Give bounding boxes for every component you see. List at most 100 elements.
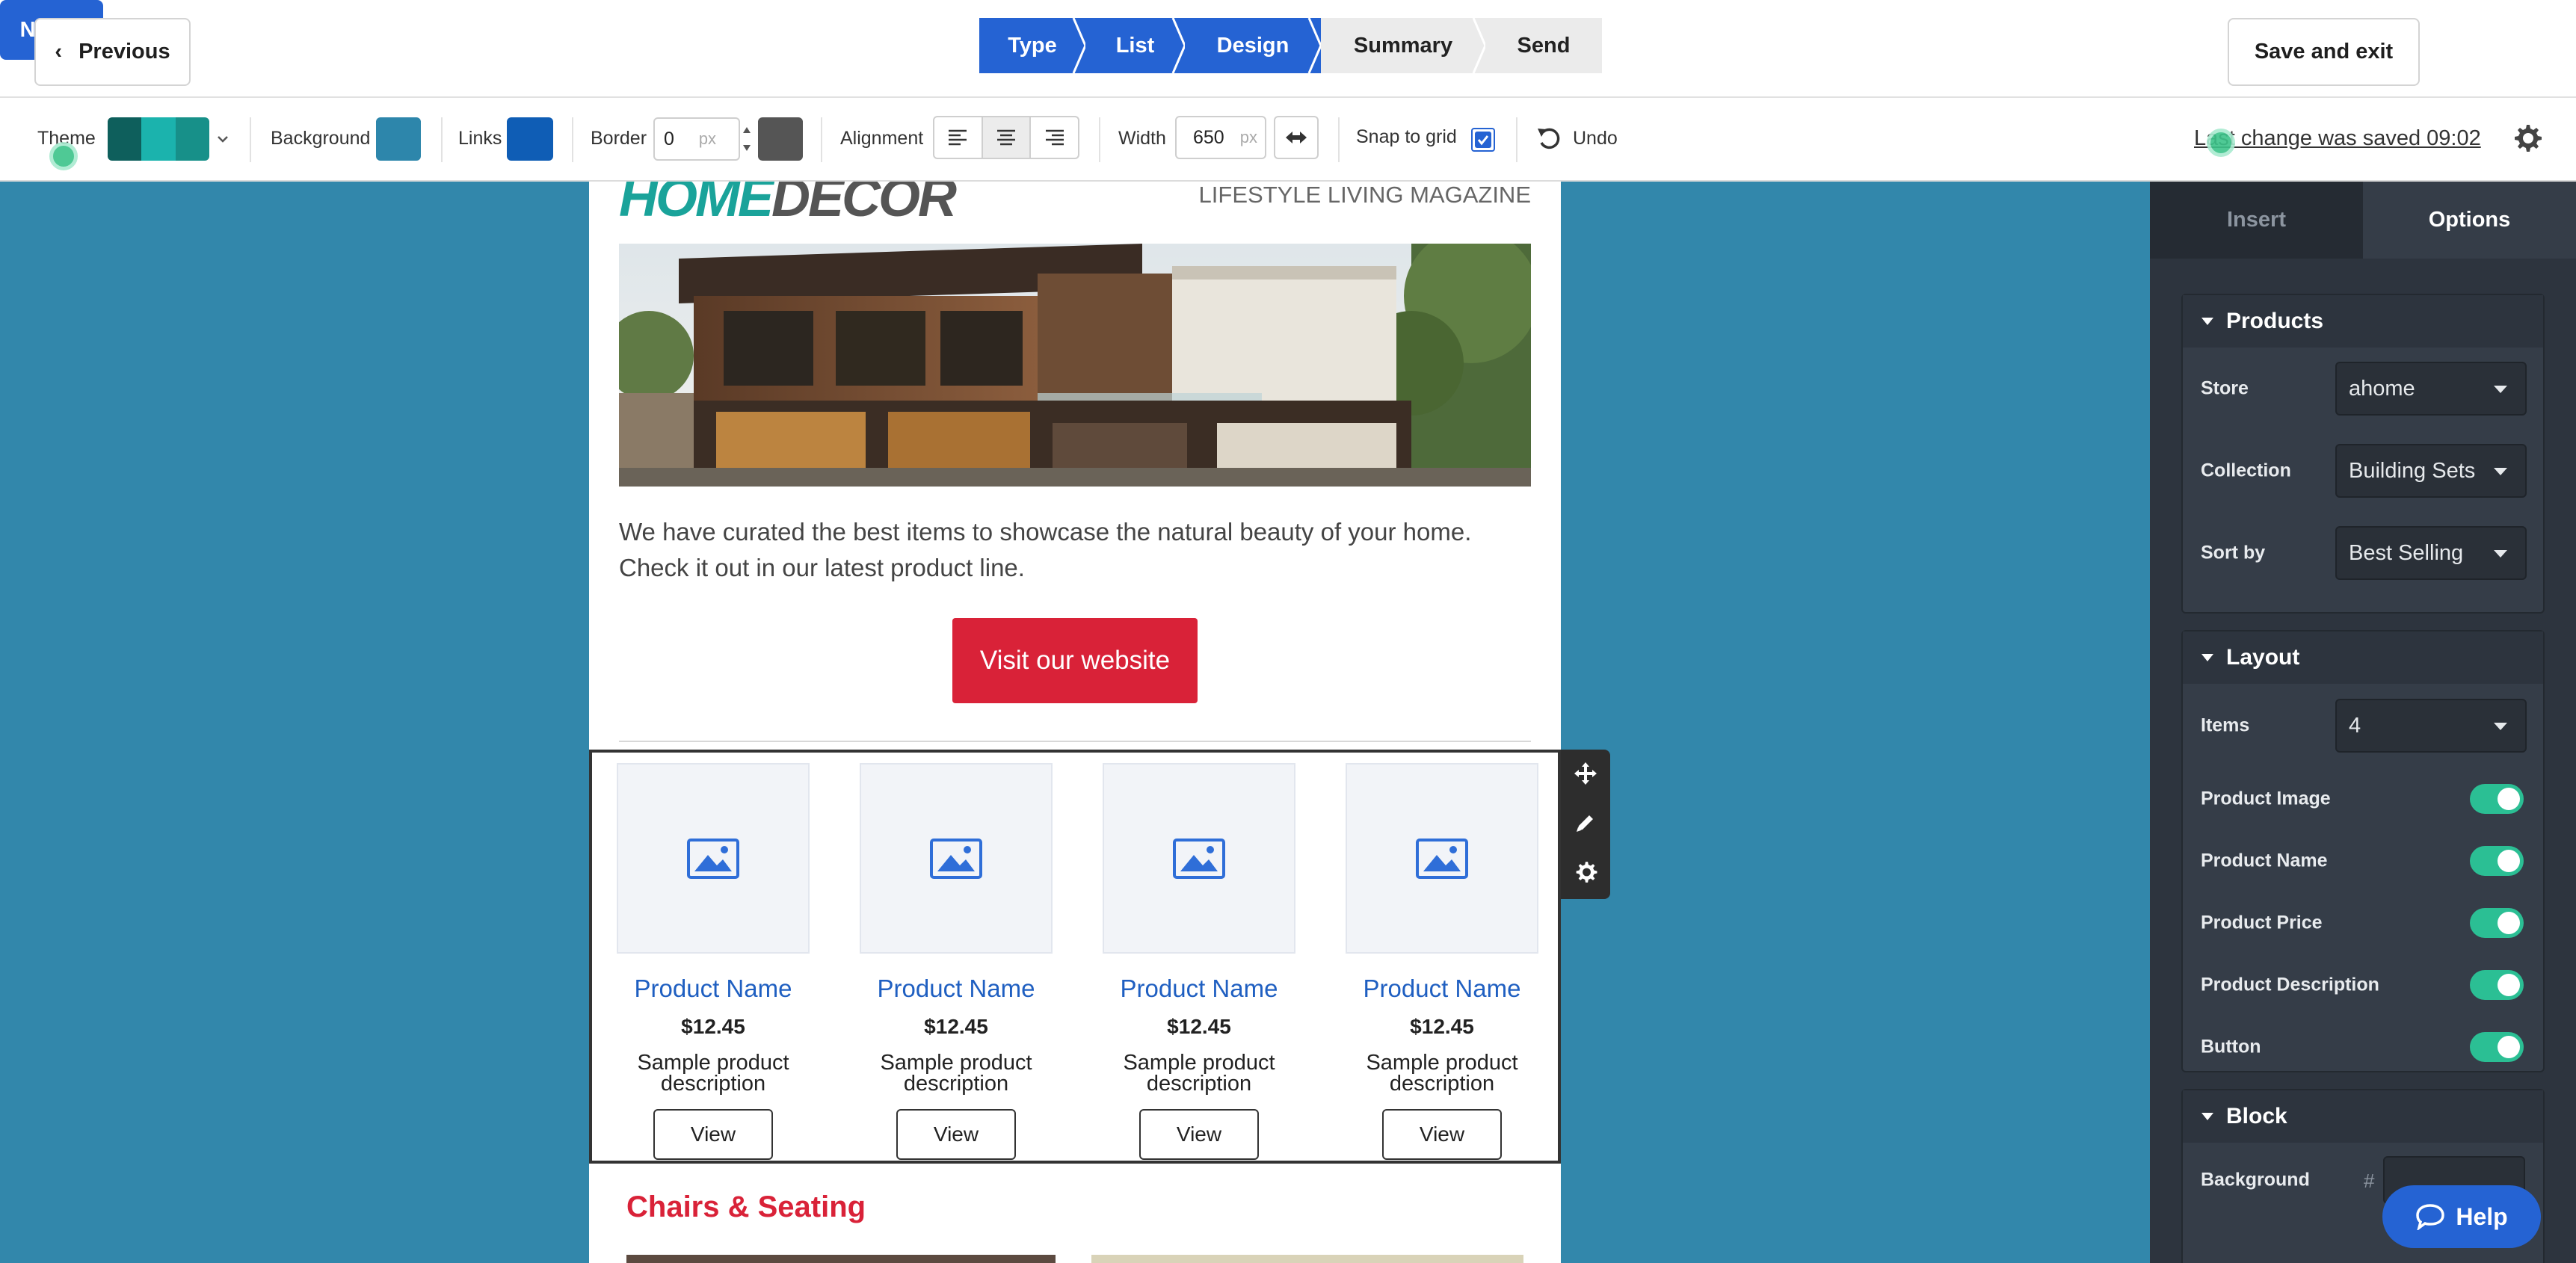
toolbar-divider (821, 117, 822, 162)
layout-section-header[interactable]: Layout (2183, 632, 2543, 684)
product-view-button[interactable]: View (653, 1109, 773, 1160)
section-image[interactable] (1091, 1255, 1523, 1263)
product-name[interactable]: Product Name (860, 975, 1053, 1003)
align-left-icon (949, 129, 967, 146)
store-row: Store ahome (2183, 348, 2543, 430)
product-card[interactable]: Product Name $12.45 Sample product descr… (1103, 763, 1295, 1160)
move-button[interactable] (1572, 760, 1599, 787)
theme-color-swatch (175, 117, 209, 161)
product-price-toggle[interactable] (2470, 907, 2524, 938)
align-center-button[interactable] (982, 117, 1032, 158)
product-card[interactable]: Product Name $12.45 Sample product descr… (617, 763, 810, 1160)
tab-insert[interactable]: Insert (2150, 182, 2363, 259)
cursor-marker (49, 142, 78, 170)
align-right-button[interactable] (1031, 117, 1078, 158)
align-left-button[interactable] (934, 117, 983, 158)
hero-image[interactable] (619, 244, 1531, 487)
align-center-icon (997, 129, 1015, 146)
undo-button[interactable]: Undo (1535, 125, 1618, 152)
product-image-toggle[interactable] (2470, 783, 2524, 814)
top-bar: ‹ Previous Type List Design Summary Send… (0, 0, 2576, 98)
cursor-marker (2207, 129, 2235, 157)
options-panel: Insert Options Products Store ahome Coll… (2150, 182, 2576, 1263)
items-select[interactable]: 4 (2335, 699, 2527, 753)
collection-label: Collection (2201, 460, 2291, 481)
product-description: Sample product description (880, 1051, 1032, 1096)
width-input[interactable]: 650 px (1175, 116, 1266, 159)
product-card[interactable]: Product Name $12.45 Sample product descr… (860, 763, 1053, 1160)
product-view-button[interactable]: View (1382, 1109, 1502, 1160)
edit-button[interactable] (1572, 809, 1599, 836)
last-saved-link[interactable]: Last change was saved 09:02 (2194, 126, 2481, 151)
block-section-header[interactable]: Block (2183, 1090, 2543, 1143)
pencil-icon (1577, 815, 1593, 832)
collection-select[interactable]: Building Sets (2335, 444, 2527, 498)
product-price-toggle-row: Product Price (2183, 892, 2543, 954)
product-price: $12.45 (1167, 1015, 1231, 1038)
theme-picker[interactable] (108, 117, 209, 161)
gear-icon (1576, 862, 1597, 883)
editor-canvas[interactable]: HOMEDECOR LIFESTYLE LIVING MAGAZINE We h… (0, 182, 2150, 1263)
sort-by-select[interactable]: Best Selling (2335, 526, 2527, 580)
theme-color-swatch (141, 117, 176, 161)
toolbar-divider (1516, 117, 1517, 162)
gear-icon[interactable] (2510, 122, 2543, 155)
product-description-toggle[interactable] (2470, 969, 2524, 1000)
border-stepper-icon[interactable] (740, 120, 754, 158)
help-button[interactable]: Help (2382, 1185, 2541, 1248)
tagline: LIFESTYLE LIVING MAGAZINE (1198, 182, 1531, 208)
store-label: Store (2201, 377, 2249, 399)
image-icon (1173, 838, 1225, 879)
button-toggle[interactable] (2470, 1031, 2524, 1062)
tab-options[interactable]: Options (2363, 182, 2576, 259)
snap-to-grid-label: Snap to grid (1356, 126, 1457, 147)
product-name-label: Product Name (2201, 850, 2328, 871)
theme-color-swatch (108, 117, 142, 161)
step-type[interactable]: Type (979, 18, 1087, 73)
brand-logo[interactable]: HOMEDECOR (619, 182, 957, 228)
logo-home-text: HOME (619, 182, 774, 228)
product-name[interactable]: Product Name (1346, 975, 1538, 1003)
product-image-label: Product Image (2201, 788, 2331, 809)
snap-to-grid-checkbox[interactable] (1471, 128, 1495, 152)
save-and-exit-button[interactable]: Save and exit (2228, 18, 2420, 86)
triangle-down-icon (2201, 654, 2213, 661)
product-description: Sample product description (1123, 1051, 1275, 1096)
toolbar-divider (1338, 117, 1340, 162)
product-view-button[interactable]: View (896, 1109, 1016, 1160)
product-name-toggle[interactable] (2470, 845, 2524, 876)
products-section-header[interactable]: Products (2183, 295, 2543, 348)
chevron-down-icon[interactable] (217, 135, 229, 143)
product-name[interactable]: Product Name (617, 975, 810, 1003)
border-width-input[interactable]: 0 px (653, 117, 740, 161)
border-color-swatch[interactable] (758, 117, 803, 161)
step-send[interactable]: Send (1485, 18, 1602, 73)
toolbar-divider (1099, 117, 1100, 162)
width-label: Width (1118, 128, 1166, 149)
section-image[interactable] (626, 1255, 1056, 1263)
products-block[interactable]: Product Name $12.45 Sample product descr… (589, 750, 1561, 1164)
product-image-placeholder (860, 763, 1053, 954)
step-design[interactable]: Design (1185, 18, 1322, 73)
section-heading: Chairs & Seating (626, 1191, 866, 1223)
visit-website-button[interactable]: Visit our website (952, 618, 1198, 703)
product-name-toggle-row: Product Name (2183, 830, 2543, 892)
block-settings-button[interactable] (1572, 859, 1599, 886)
product-view-button[interactable]: View (1139, 1109, 1259, 1160)
design-toolbar: Theme Background Links Border 0 px Align… (0, 98, 2576, 182)
product-card[interactable]: Product Name $12.45 Sample product descr… (1346, 763, 1538, 1160)
background-color-swatch[interactable] (376, 117, 421, 161)
store-select[interactable]: ahome (2335, 362, 2527, 416)
previous-button[interactable]: ‹ Previous (34, 18, 191, 86)
product-name[interactable]: Product Name (1103, 975, 1295, 1003)
wizard-steps: Type List Design Summary Send (979, 18, 1602, 73)
step-separator (1171, 18, 1186, 73)
move-icon (1574, 762, 1597, 785)
step-summary[interactable]: Summary (1321, 18, 1487, 73)
step-list[interactable]: List (1085, 18, 1186, 73)
image-icon (687, 838, 739, 879)
full-width-button[interactable] (1274, 116, 1319, 159)
toolbar-divider (441, 117, 443, 162)
chat-bubble-icon (2416, 1204, 2445, 1230)
links-color-swatch[interactable] (507, 117, 553, 161)
